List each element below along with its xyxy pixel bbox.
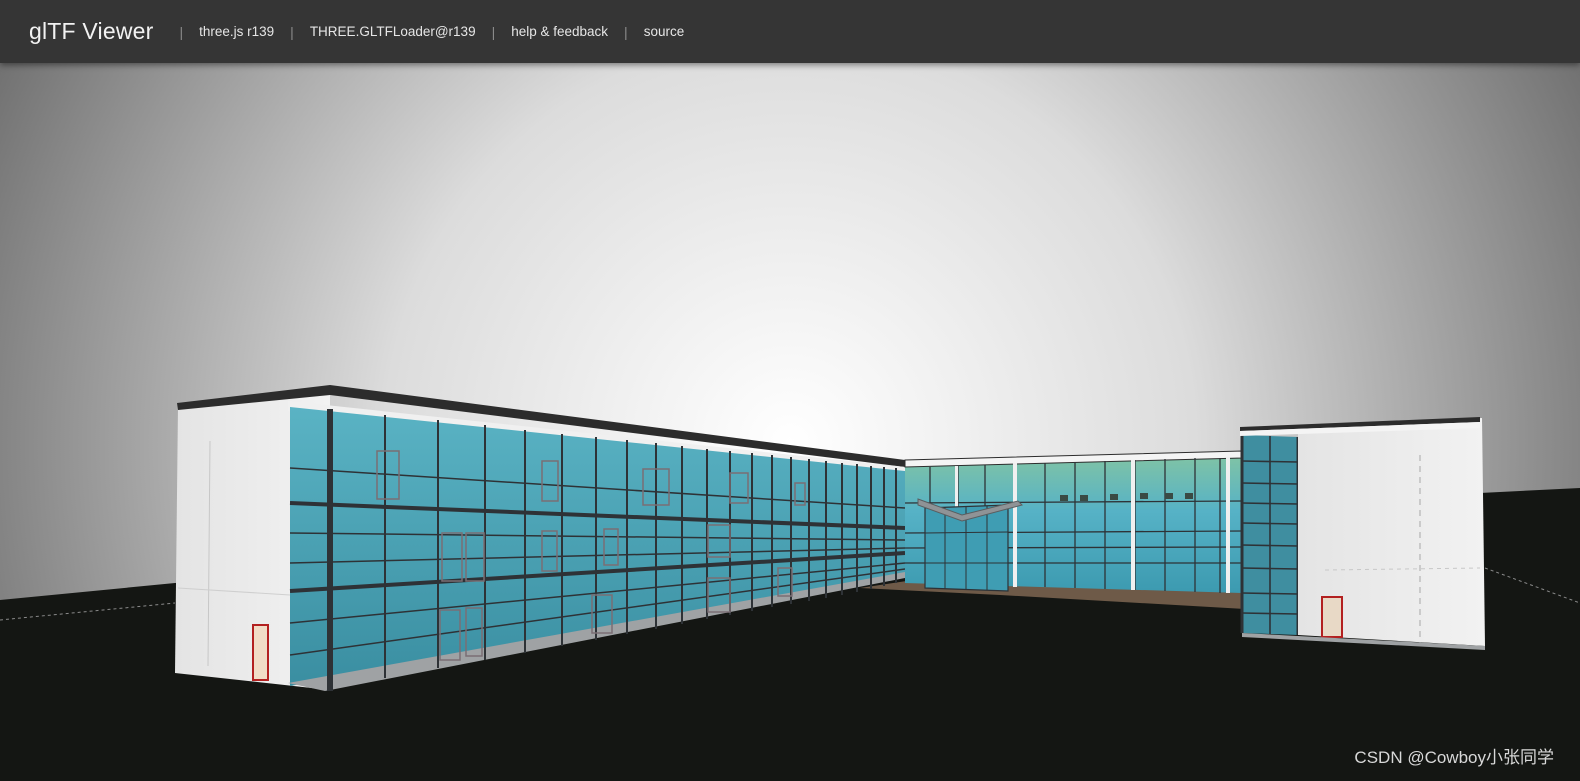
header-nav: | three.js r139 | THREE.GLTFLoader@r139 … <box>163 24 684 40</box>
threejs-version-link[interactable]: three.js r139 <box>199 24 274 39</box>
csdn-watermark: CSDN @Cowboy小张同学 <box>1354 748 1554 767</box>
right-door <box>1321 596 1343 638</box>
help-feedback-link[interactable]: help & feedback <box>511 24 608 39</box>
nav-separator: | <box>179 23 184 40</box>
nav-separator: | <box>624 23 628 40</box>
nav-separator: | <box>491 23 496 40</box>
3d-viewport[interactable] <box>0 63 1580 781</box>
top-bar: glTF Viewer | three.js r139 | THREE.GLTF… <box>0 0 1580 63</box>
scene-canvas[interactable] <box>0 63 1580 781</box>
left-door <box>252 624 269 681</box>
source-link[interactable]: source <box>644 24 685 39</box>
nav-separator: | <box>290 23 294 40</box>
app-title: glTF Viewer <box>29 18 154 44</box>
gltfloader-version-link[interactable]: THREE.GLTFLoader@r139 <box>310 24 476 39</box>
